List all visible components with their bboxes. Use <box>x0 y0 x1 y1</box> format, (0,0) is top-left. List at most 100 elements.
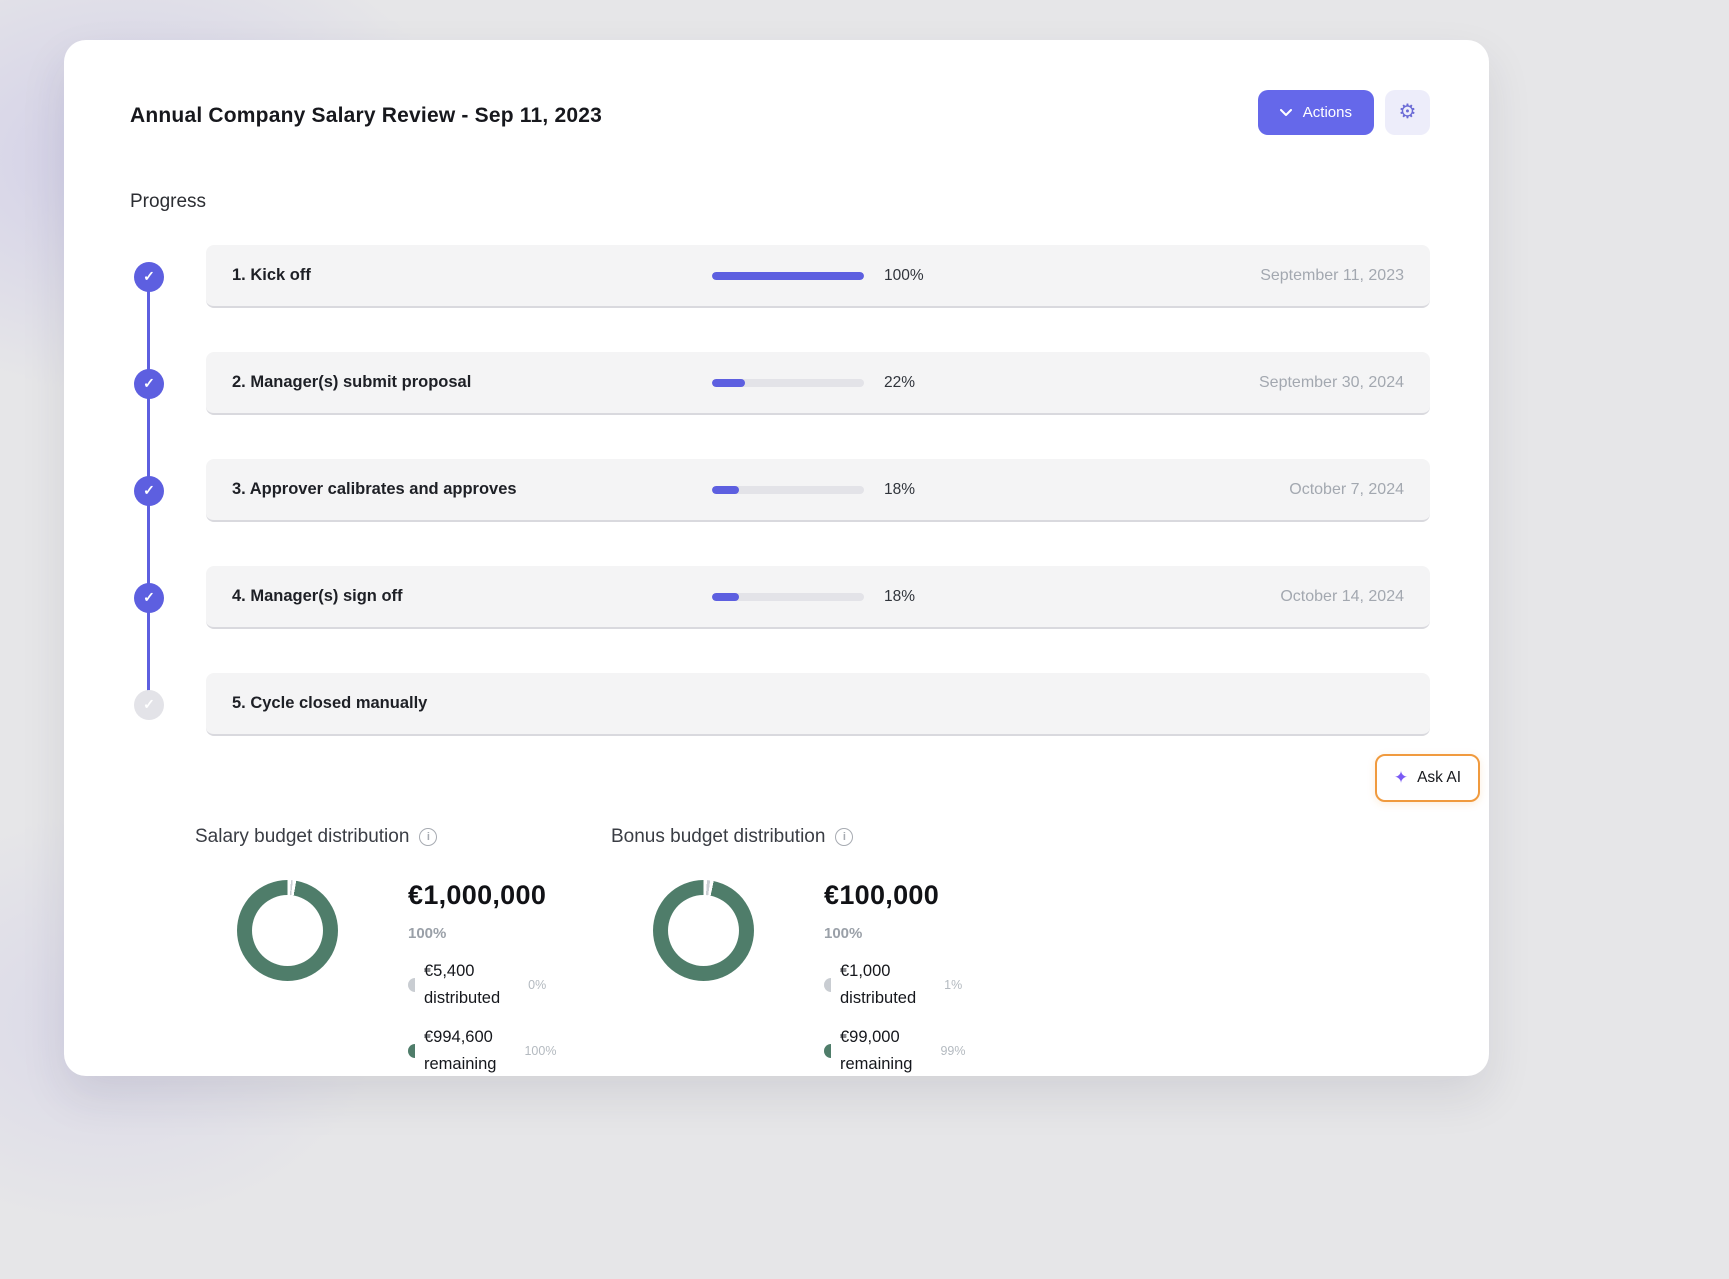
step-progress-bar-fill <box>712 272 864 280</box>
info-icon-glyph: i <box>427 831 430 843</box>
check-icon: ✓ <box>143 375 155 392</box>
distributed-swatch-icon <box>408 978 415 992</box>
step-row-sign-off[interactable]: 4. Manager(s) sign off 18% October 14, 2… <box>206 566 1430 629</box>
page-background: Annual Company Salary Review - Sep 11, 2… <box>0 0 1729 1279</box>
step-row-approver-calibrates[interactable]: 3. Approver calibrates and approves 18% … <box>206 459 1430 522</box>
distributed-swatch-icon <box>824 978 831 992</box>
legend-text: €1,000 distributed <box>840 962 916 1008</box>
salary-review-card: Annual Company Salary Review - Sep 11, 2… <box>64 40 1489 1076</box>
step-name: 3. Approver calibrates and approves <box>206 480 712 499</box>
distributed-percent: 0% <box>528 978 546 992</box>
check-icon: ✓ <box>143 482 155 499</box>
settings-button[interactable]: ⚙ <box>1385 90 1430 135</box>
bonus-donut-chart <box>653 880 754 981</box>
remaining-amount: €99,000 <box>840 1028 912 1047</box>
step-date: October 14, 2024 <box>954 588 1430 606</box>
step-percent: 18% <box>884 588 954 606</box>
ask-ai-container: ✦ Ask AI <box>130 754 1480 802</box>
step-row-cycle-closed[interactable]: 5. Cycle closed manually <box>206 673 1430 736</box>
ask-ai-button[interactable]: ✦ Ask AI <box>1375 754 1480 802</box>
chart-body: €100,000 100% €1,000 distributed 1% <box>611 880 1027 1074</box>
chart-total-percent: 100% <box>824 925 966 942</box>
remaining-percent: 99% <box>940 1044 965 1058</box>
distributed-label: distributed <box>840 989 916 1008</box>
chart-title-row: Salary budget distribution i <box>195 826 611 848</box>
check-icon: ✓ <box>143 696 155 713</box>
step-progress-bar <box>712 379 864 387</box>
step-row-kick-off[interactable]: 1. Kick off 100% September 11, 2023 <box>206 245 1430 308</box>
sparkle-icon: ✦ <box>1394 768 1408 788</box>
info-icon[interactable]: i <box>419 828 437 846</box>
remaining-label: remaining <box>840 1055 912 1074</box>
legend-item-distributed: €5,400 distributed 0% <box>408 962 556 1008</box>
distributed-amount: €5,400 <box>424 962 500 981</box>
step-check-circle: ✓ <box>134 476 164 506</box>
legend-item-remaining: €994,600 remaining 100% <box>408 1028 556 1074</box>
step-progress-bar <box>712 272 864 280</box>
step-progress-bar <box>712 593 864 601</box>
step-progress-bar-fill <box>712 379 745 387</box>
header-actions: Actions ⚙ <box>1258 90 1430 135</box>
salary-donut-chart <box>237 880 338 981</box>
remaining-percent: 100% <box>524 1044 556 1058</box>
legend-item-remaining: €99,000 remaining 99% <box>824 1028 966 1074</box>
donut-hole <box>252 895 323 966</box>
step-row-submit-proposal[interactable]: 2. Manager(s) submit proposal 22% Septem… <box>206 352 1430 415</box>
legend-text: €994,600 remaining <box>424 1028 496 1074</box>
chart-total-amount: €100,000 <box>824 880 966 911</box>
actions-button[interactable]: Actions <box>1258 90 1374 135</box>
progress-step-1: ✓ 1. Kick off 100% September 11, 2023 <box>130 245 1430 308</box>
check-icon: ✓ <box>143 589 155 606</box>
chart-body: €1,000,000 100% €5,400 distributed 0% <box>195 880 611 1074</box>
step-date: September 11, 2023 <box>954 267 1430 285</box>
step-date: October 7, 2024 <box>954 481 1430 499</box>
chart-title: Salary budget distribution <box>195 826 409 848</box>
donut-hole <box>668 895 739 966</box>
info-icon[interactable]: i <box>835 828 853 846</box>
progress-section-label: Progress <box>130 191 1430 213</box>
chart-figures: €1,000,000 100% €5,400 distributed 0% <box>408 880 556 1074</box>
check-icon: ✓ <box>143 268 155 285</box>
step-name: 1. Kick off <box>206 266 712 285</box>
step-check-circle: ✓ <box>134 369 164 399</box>
remaining-label: remaining <box>424 1055 496 1074</box>
progress-step-5: ✓ 5. Cycle closed manually <box>130 673 1430 736</box>
step-date: September 30, 2024 <box>954 374 1430 392</box>
remaining-swatch-icon <box>824 1044 831 1058</box>
progress-step-4: ✓ 4. Manager(s) sign off 18% October 14,… <box>130 566 1430 629</box>
chart-title: Bonus budget distribution <box>611 826 825 848</box>
step-name: 5. Cycle closed manually <box>206 694 712 713</box>
chevron-down-icon <box>1280 109 1292 117</box>
remaining-swatch-icon <box>408 1044 415 1058</box>
step-percent: 22% <box>884 374 954 392</box>
actions-button-label: Actions <box>1303 104 1352 121</box>
chart-figures: €100,000 100% €1,000 distributed 1% <box>824 880 966 1074</box>
progress-step-2: ✓ 2. Manager(s) submit proposal 22% Sept… <box>130 352 1430 415</box>
legend-item-distributed: €1,000 distributed 1% <box>824 962 966 1008</box>
step-percent: 18% <box>884 481 954 499</box>
step-percent: 100% <box>884 267 954 285</box>
legend-text: €99,000 remaining <box>840 1028 912 1074</box>
step-name: 4. Manager(s) sign off <box>206 587 712 606</box>
salary-budget-chart: Salary budget distribution i €1,000,000 … <box>195 826 611 1074</box>
step-progress-bar-fill <box>712 486 739 494</box>
chart-title-row: Bonus budget distribution i <box>611 826 1027 848</box>
step-progress-bar-fill <box>712 593 739 601</box>
info-icon-glyph: i <box>843 831 846 843</box>
distributed-amount: €1,000 <box>840 962 916 981</box>
distributed-label: distributed <box>424 989 500 1008</box>
step-progress-bar <box>712 486 864 494</box>
step-name: 2. Manager(s) submit proposal <box>206 373 712 392</box>
remaining-amount: €994,600 <box>424 1028 496 1047</box>
card-header: Annual Company Salary Review - Sep 11, 2… <box>130 90 1430 135</box>
step-check-circle: ✓ <box>134 583 164 613</box>
step-check-circle-pending: ✓ <box>134 690 164 720</box>
progress-step-3: ✓ 3. Approver calibrates and approves 18… <box>130 459 1430 522</box>
bonus-budget-chart: Bonus budget distribution i €100,000 100… <box>611 826 1027 1074</box>
distributed-percent: 1% <box>944 978 962 992</box>
page-title: Annual Company Salary Review - Sep 11, 2… <box>130 104 602 128</box>
ask-ai-label: Ask AI <box>1417 769 1461 787</box>
budget-charts: Salary budget distribution i €1,000,000 … <box>195 826 1430 1074</box>
step-check-circle: ✓ <box>134 262 164 292</box>
gear-icon: ⚙ <box>1399 101 1417 123</box>
